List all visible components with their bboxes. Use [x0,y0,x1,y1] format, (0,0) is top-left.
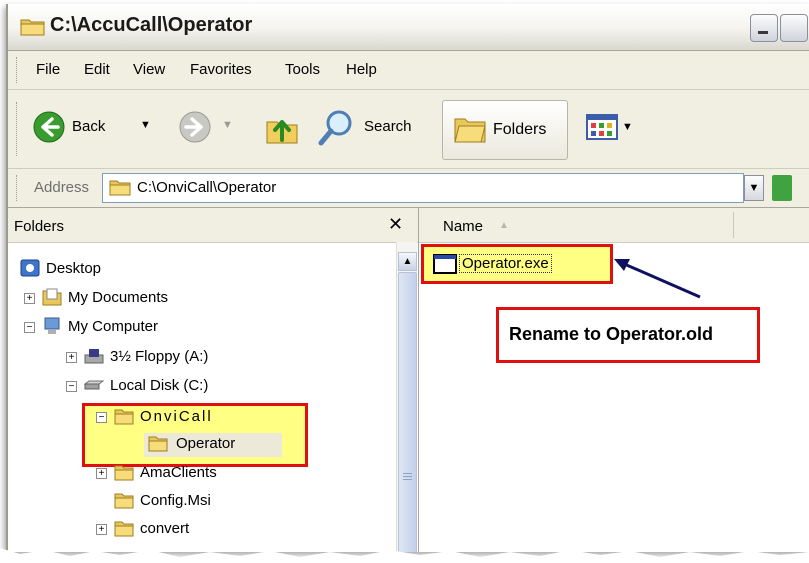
callout-arrow [614,259,701,299]
application-icon [433,254,457,274]
back-arrow-icon [33,111,65,143]
annotation-text: Rename to Operator.old [509,324,714,344]
annotation-callout: Rename to Operator.old [496,307,760,363]
address-grip[interactable] [16,175,20,201]
back-button[interactable]: Back ▼ [32,110,172,146]
floppy-drive-icon [84,349,104,364]
forward-button[interactable]: ▼ [178,110,238,146]
search-button[interactable]: Search [316,108,430,148]
explorer-window: C:\AccuCall\Operator File Edit View Favo… [6,4,809,552]
folders-pane-header: Folders ✕ [8,208,418,243]
folders-pane-title: Folders [14,218,65,235]
tree-item-label: Local Disk (C:) [110,377,209,394]
tree-item-label: Operator [176,435,236,452]
address-bar: Address C:\OnviCall\Operator ▼ [8,169,809,208]
folder-icon [114,493,134,509]
expand-icon[interactable]: + [96,468,107,479]
window-title: C:\AccuCall\Operator [50,14,253,36]
collapse-icon[interactable]: − [96,412,107,423]
hard-disk-icon [84,380,104,390]
views-dropdown-icon[interactable]: ▼ [622,121,633,133]
tree-item-label: 3½ Floppy (A:) [110,348,209,365]
my-computer-icon [44,317,60,334]
go-button[interactable] [772,175,792,201]
folders-pane: Folders ✕ Desktop + My Documents − My Co… [8,208,419,552]
collapse-icon[interactable]: − [24,322,35,333]
search-label: Search [364,118,412,135]
scroll-thumb[interactable] [398,272,417,552]
folders-button[interactable]: Folders [442,100,568,160]
back-dropdown-icon[interactable]: ▼ [140,119,151,131]
forward-dropdown-icon[interactable]: ▼ [222,119,233,131]
scroll-up-icon[interactable]: ▲ [398,252,417,271]
tree-item-label: Config.Msi [140,492,211,509]
expand-icon[interactable]: + [24,293,35,304]
folder-icon [109,180,131,196]
tree-item-label: My Documents [68,289,169,306]
menu-grip[interactable] [16,57,20,83]
column-divider[interactable] [733,212,734,238]
address-label: Address [34,179,90,196]
toolbar-grip[interactable] [16,102,20,156]
close-icon[interactable]: ✕ [388,214,403,235]
forward-arrow-icon [179,111,211,143]
folder-icon [20,19,45,36]
views-button[interactable]: ▼ [586,112,636,144]
folders-label: Folders [493,121,547,138]
address-value: C:\OnviCall\Operator [137,179,277,196]
views-grid-icon [586,114,618,140]
menu-view[interactable]: View [133,61,165,78]
sort-ascending-icon: ▲ [499,220,509,231]
column-name-label: Name [443,218,484,235]
tree-item-label: OnviCall [140,408,213,425]
tree-item-label: AmaClients [140,464,217,481]
folders-icon [454,118,486,143]
folder-icon [148,436,168,452]
folders-scrollbar[interactable]: ▲ [396,242,417,552]
expand-icon[interactable]: + [66,352,77,363]
minimize-button[interactable] [750,14,778,42]
column-header-name[interactable]: Name ▲ [419,208,809,243]
folder-icon [114,521,134,537]
menu-file[interactable]: File [36,61,60,78]
menu-edit[interactable]: Edit [84,61,110,78]
file-item-label: Operator.exe [459,254,552,273]
tree-item-label: convert [140,520,190,537]
standard-toolbar: Back ▼ ▼ Search Folders ▼ [8,90,809,169]
address-input[interactable]: C:\OnviCall\Operator [102,173,744,203]
menu-help[interactable]: Help [346,61,377,78]
menu-tools[interactable]: Tools [285,61,320,78]
menu-favorites[interactable]: Favorites [190,61,252,78]
maximize-button[interactable] [780,14,808,42]
tree-item-label: My Computer [68,318,159,335]
tree-item-label: Desktop [46,260,102,277]
search-icon [318,110,352,146]
folder-icon [114,409,134,425]
torn-edge [0,548,809,563]
up-folder-icon[interactable] [264,110,300,146]
collapse-icon[interactable]: − [66,381,77,392]
back-label: Back [72,118,106,135]
my-documents-icon [42,288,62,306]
title-bar[interactable]: C:\AccuCall\Operator [8,4,809,51]
folder-icon [114,465,134,481]
tree-item-operator[interactable]: Operator [144,433,282,457]
expand-icon[interactable]: + [96,524,107,535]
address-dropdown-button[interactable]: ▼ [744,175,764,201]
desktop-icon [20,259,40,277]
menu-bar: File Edit View Favorites Tools Help [8,51,809,90]
